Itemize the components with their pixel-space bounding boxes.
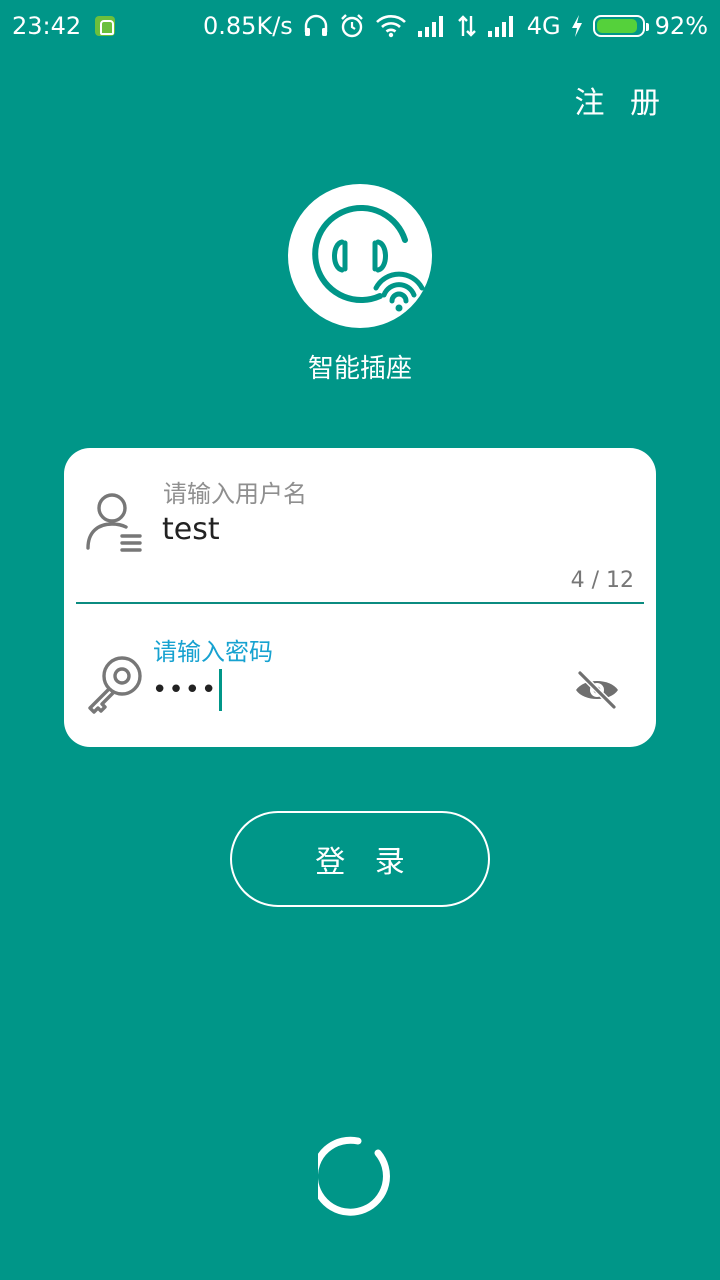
login-form-card: 请输入用户名 test 4 / 12 请输入密码 ••••: [64, 448, 656, 747]
signal-icon: [417, 15, 447, 37]
app-logo: [288, 184, 432, 328]
password-input[interactable]: ••••: [152, 669, 223, 711]
network-type: 4G: [526, 12, 561, 40]
smart-socket-logo-icon: [312, 205, 425, 312]
wifi-icon: [375, 14, 407, 38]
login-screen: 23:42 0.85K/s 4G 92% 注 册 智能插座 请输入用户名 tes…: [0, 0, 720, 1280]
app-notification-icon: [95, 16, 116, 36]
status-bar: 23:42 0.85K/s 4G 92%: [0, 0, 720, 52]
status-net-speed: 0.85K/s: [203, 12, 293, 40]
password-hint: 请输入密码: [153, 638, 273, 666]
data-transfer-icon: [457, 14, 477, 38]
loading-spinner-icon: [310, 1135, 402, 1223]
user-icon: [84, 492, 146, 558]
text-cursor: [219, 669, 223, 711]
username-counter: 4 / 12: [570, 568, 634, 593]
username-hint: 请输入用户名: [163, 480, 307, 508]
signal-icon: [487, 15, 517, 37]
battery-percent: 92%: [654, 12, 708, 40]
status-time: 23:42: [12, 12, 82, 40]
username-input[interactable]: test: [162, 512, 220, 547]
key-icon: [84, 652, 144, 718]
login-button[interactable]: 登 录: [230, 811, 490, 907]
charging-icon: [571, 15, 583, 37]
battery-icon: [592, 15, 649, 37]
register-button[interactable]: 注 册: [574, 78, 668, 122]
headphones-icon: [303, 14, 329, 38]
battery-fill: [596, 19, 638, 33]
password-dots: ••••: [152, 675, 218, 705]
eye-off-icon[interactable]: [574, 670, 620, 714]
app-name: 智能插座: [307, 354, 412, 384]
alarm-icon: [339, 13, 365, 39]
field-divider: [76, 602, 644, 604]
